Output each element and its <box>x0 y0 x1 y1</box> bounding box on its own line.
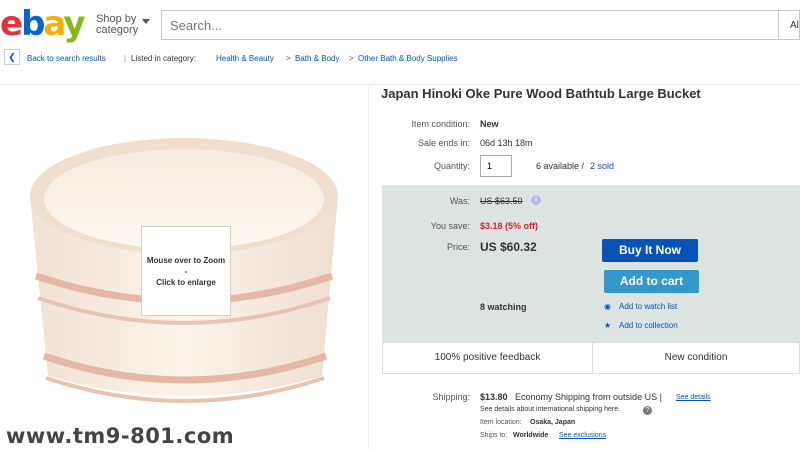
you-save-value: $3.18 (5% off) <box>480 221 539 231</box>
search-input[interactable] <box>161 10 779 40</box>
see-details-link[interactable]: See details <box>676 394 711 401</box>
breadcrumb-arrow: > <box>286 54 291 63</box>
back-to-search-link[interactable]: Back to search results <box>27 54 106 63</box>
shop-by-category-button[interactable]: Shop by category <box>96 14 138 36</box>
add-to-collection-link[interactable]: Add to collection <box>619 321 678 330</box>
shipping-cost: $13.80 <box>480 392 508 402</box>
intl-shipping-note: See details about international shipping… <box>480 406 621 413</box>
add-to-cart-button[interactable]: Add to cart <box>604 270 699 293</box>
watching-count: 8 watching <box>480 302 527 312</box>
shipping-method: Economy Shipping from outside US | <box>515 392 662 402</box>
search-category-select[interactable]: Al <box>779 10 800 40</box>
zoom-hint[interactable]: Mouse over to Zoom - Click to enlarge <box>141 226 231 316</box>
was-label: Was: <box>449 196 470 206</box>
ships-to-label: Ships to: <box>480 432 508 439</box>
quantity-input[interactable] <box>480 155 512 177</box>
shipping-label: Shipping: <box>432 392 470 402</box>
ebay-logo[interactable]: ebay <box>0 4 86 44</box>
buy-it-now-button[interactable]: Buy It Now <box>602 239 698 262</box>
price-box <box>382 185 800 342</box>
eye-icon: ◉ <box>604 302 611 311</box>
breadcrumb-health-beauty[interactable]: Health & Beauty <box>216 54 274 63</box>
item-location-label: Item location: <box>480 419 522 426</box>
info-icon[interactable]: i <box>531 195 541 205</box>
star-icon: ★ <box>604 321 612 330</box>
condition-label: Item condition: <box>411 119 470 129</box>
sold-count-link[interactable]: 2 sold <box>590 161 614 171</box>
you-save-label: You save: <box>430 221 470 231</box>
breadcrumb-other-bath[interactable]: Other Bath & Body Supplies <box>358 54 458 63</box>
positive-feedback: 100% positive feedback <box>383 343 593 373</box>
breadcrumb-separator: | <box>124 54 127 63</box>
zoom-hint-line1: Mouse over to Zoom <box>146 256 226 265</box>
help-icon[interactable]: ? <box>643 406 652 415</box>
available-count: 6 available / <box>536 161 585 171</box>
image-panel[interactable]: Mouse over to Zoom - Click to enlarge ww… <box>0 86 369 449</box>
chevron-left-icon[interactable]: ❮ <box>4 49 20 65</box>
header: ebay Shop by category Al <box>0 0 800 46</box>
condition-value: New <box>480 119 499 129</box>
see-exclusions-link[interactable]: See exclusions <box>559 432 606 439</box>
price-value: US $60.32 <box>480 240 537 254</box>
price-label: Price: <box>446 242 470 252</box>
feedback-row: 100% positive feedback New condition <box>382 342 800 374</box>
item-location-value: Osaka, Japan <box>530 419 576 426</box>
divider <box>0 84 800 85</box>
breadcrumb-bath-body[interactable]: Bath & Body <box>295 54 339 63</box>
watermark: www.tm9-801.com <box>6 424 235 448</box>
new-condition: New condition <box>664 352 728 363</box>
listed-in-label: Listed in category: <box>131 54 196 63</box>
quantity-label: Quantity: <box>433 161 470 171</box>
zoom-hint-dash: - <box>184 267 188 276</box>
item-title: Japan Hinoki Oke Pure Wood Bathtub Large… <box>381 86 701 101</box>
chevron-down-icon[interactable] <box>142 19 150 24</box>
breadcrumb-arrow: > <box>349 54 354 63</box>
ships-to-value: Worldwide <box>513 432 549 439</box>
sale-ends-value: 06d 13h 18m <box>480 138 533 148</box>
category-label: category <box>96 24 139 36</box>
was-price: US $63.50 <box>480 196 523 206</box>
sale-ends-label: Sale ends in: <box>417 138 470 148</box>
zoom-hint-line2: Click to enlarge <box>156 278 216 287</box>
breadcrumb: ❮ Back to search results | Listed in cat… <box>0 48 800 70</box>
add-to-watch-list-link[interactable]: Add to watch list <box>619 302 677 311</box>
